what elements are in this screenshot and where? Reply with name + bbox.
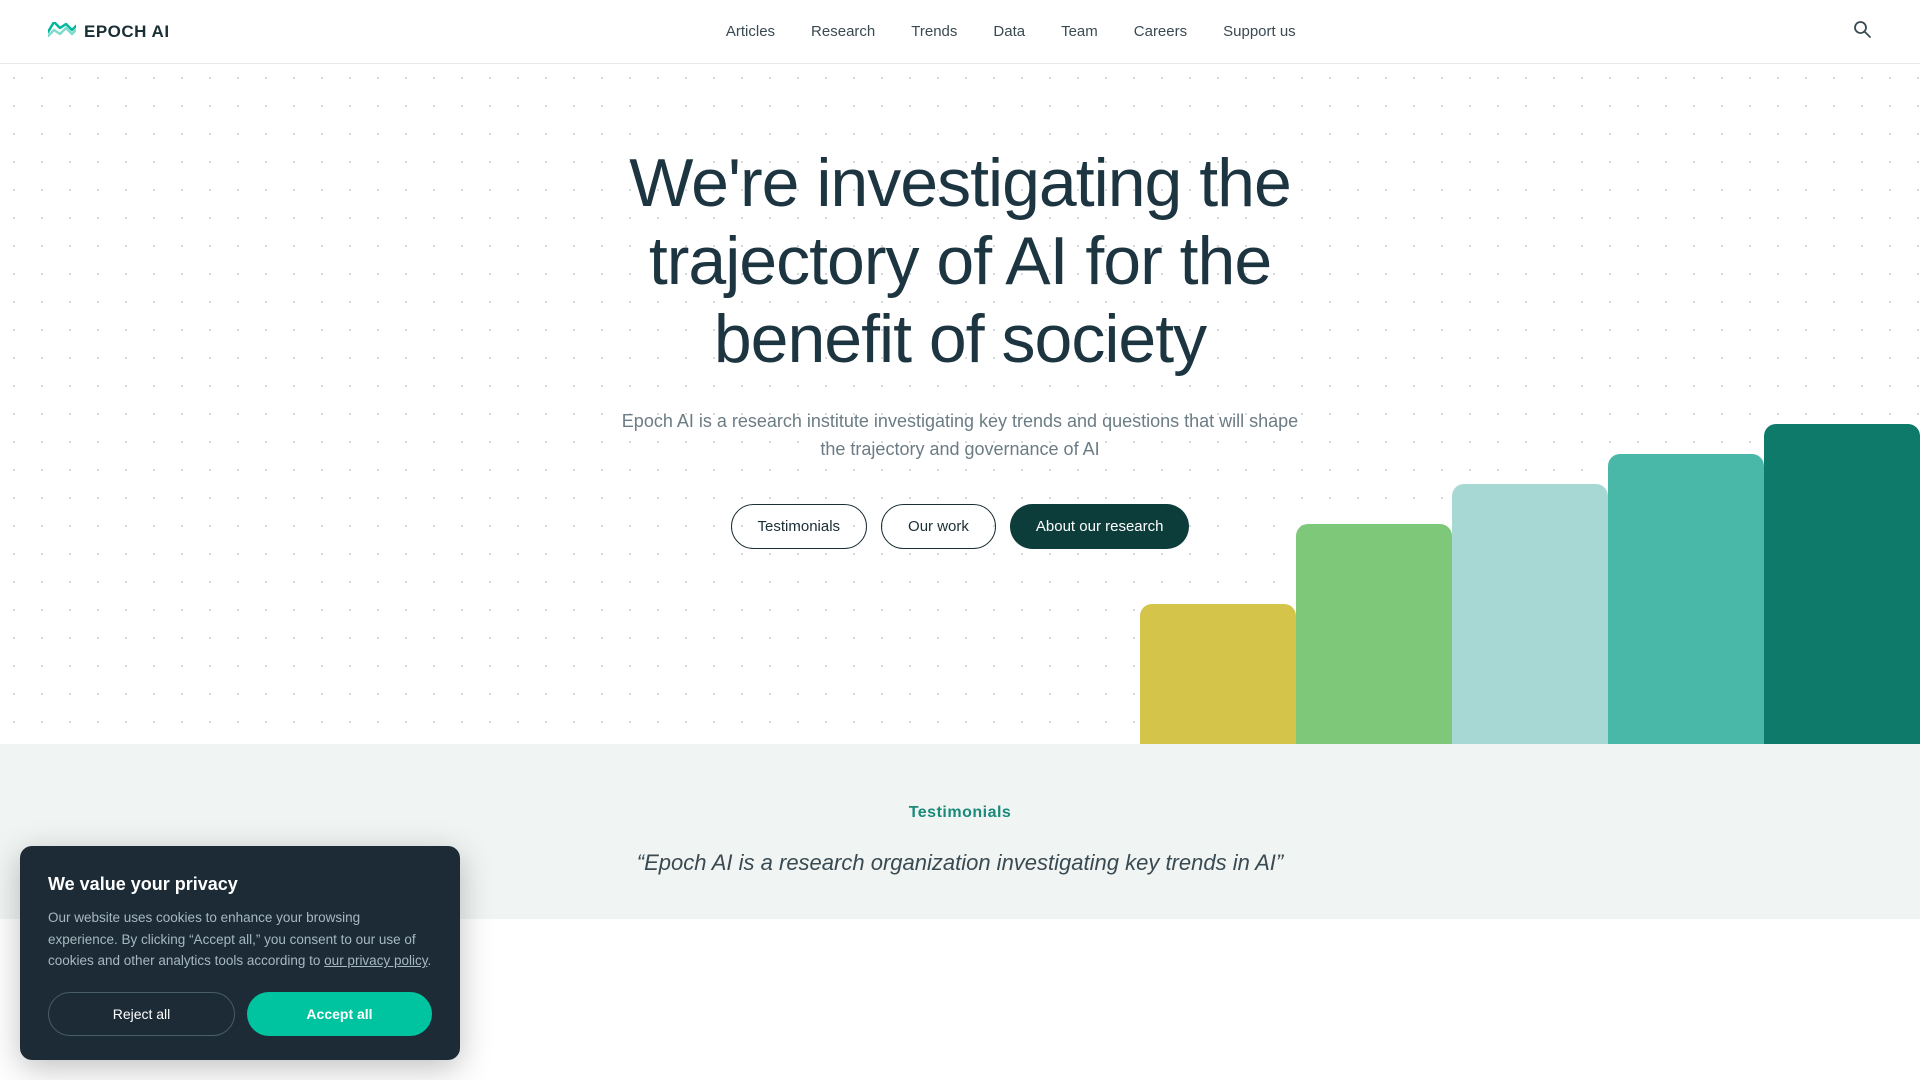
chart-bar [1764,424,1920,744]
hero-chart [1140,424,1920,744]
nav-item-research[interactable]: Research [811,23,875,41]
nav-right [1852,19,1872,44]
nav-item-team[interactable]: Team [1061,23,1098,41]
cookie-title: We value your privacy [48,874,432,895]
logo[interactable]: EPOCH AI [48,22,170,42]
our-work-button[interactable]: Our work [881,504,996,549]
main-nav: EPOCH AI Articles Research Trends Data T… [0,0,1920,64]
chart-bar [1608,454,1764,744]
accept-all-button[interactable]: Accept all [247,992,432,1036]
chart-bar [1140,604,1296,744]
privacy-policy-link[interactable]: our privacy policy [324,953,427,968]
testimonials-label: Testimonials [48,804,1872,822]
nav-item-data[interactable]: Data [993,23,1025,41]
nav-item-trends[interactable]: Trends [911,23,957,41]
nav-item-support[interactable]: Support us [1223,23,1296,41]
chart-bar [1296,524,1452,744]
nav-links: Articles Research Trends Data Team Caree… [726,23,1296,41]
about-research-button[interactable]: About our research [1010,504,1190,549]
logo-icon [48,22,76,42]
nav-item-careers[interactable]: Careers [1134,23,1187,41]
cookie-banner: We value your privacy Our website uses c… [20,846,460,1060]
hero-headline: We're investigating the trajectory of AI… [550,144,1370,379]
hero-buttons: Testimonials Our work About our research [48,504,1872,549]
cookie-body: Our website uses cookies to enhance your… [48,907,432,972]
testimonials-quote: “Epoch AI is a research organization inv… [510,846,1410,879]
hero-section: We're investigating the trajectory of AI… [0,64,1920,744]
testimonials-button[interactable]: Testimonials [731,504,868,549]
reject-all-button[interactable]: Reject all [48,992,235,1036]
nav-item-articles[interactable]: Articles [726,23,775,41]
cookie-buttons: Reject all Accept all [48,992,432,1036]
search-icon [1852,19,1872,39]
logo-text: EPOCH AI [84,22,170,42]
search-button[interactable] [1852,19,1872,44]
